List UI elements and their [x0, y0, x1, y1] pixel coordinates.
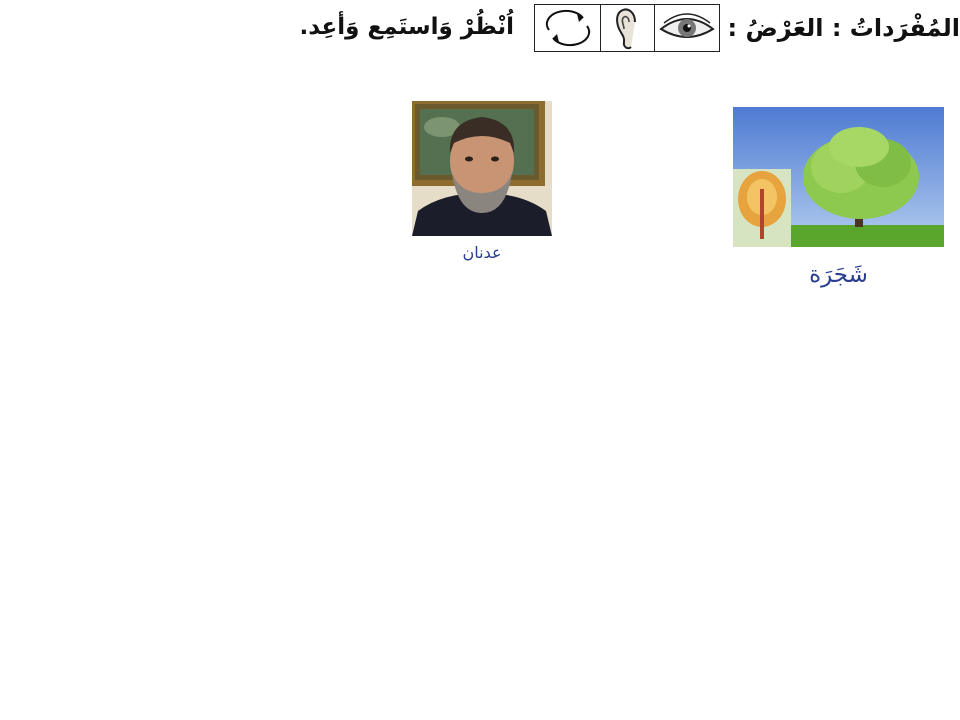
tree-caption: شَجَرَة — [809, 262, 868, 288]
adnan-photo — [412, 101, 552, 236]
instruction-text: اُنْظُرْ وَاستَمِع وَأعِد. — [299, 14, 514, 40]
activity-icons — [534, 4, 720, 52]
eye-icon[interactable] — [653, 5, 719, 51]
section-title: المُفْرَداتُ : العَرْضُ : — [727, 14, 960, 42]
refresh-arrows-icon[interactable] — [535, 5, 600, 51]
adnan-caption: عدنان — [462, 243, 502, 262]
tree-photo — [733, 107, 944, 247]
ear-icon[interactable] — [600, 5, 653, 51]
